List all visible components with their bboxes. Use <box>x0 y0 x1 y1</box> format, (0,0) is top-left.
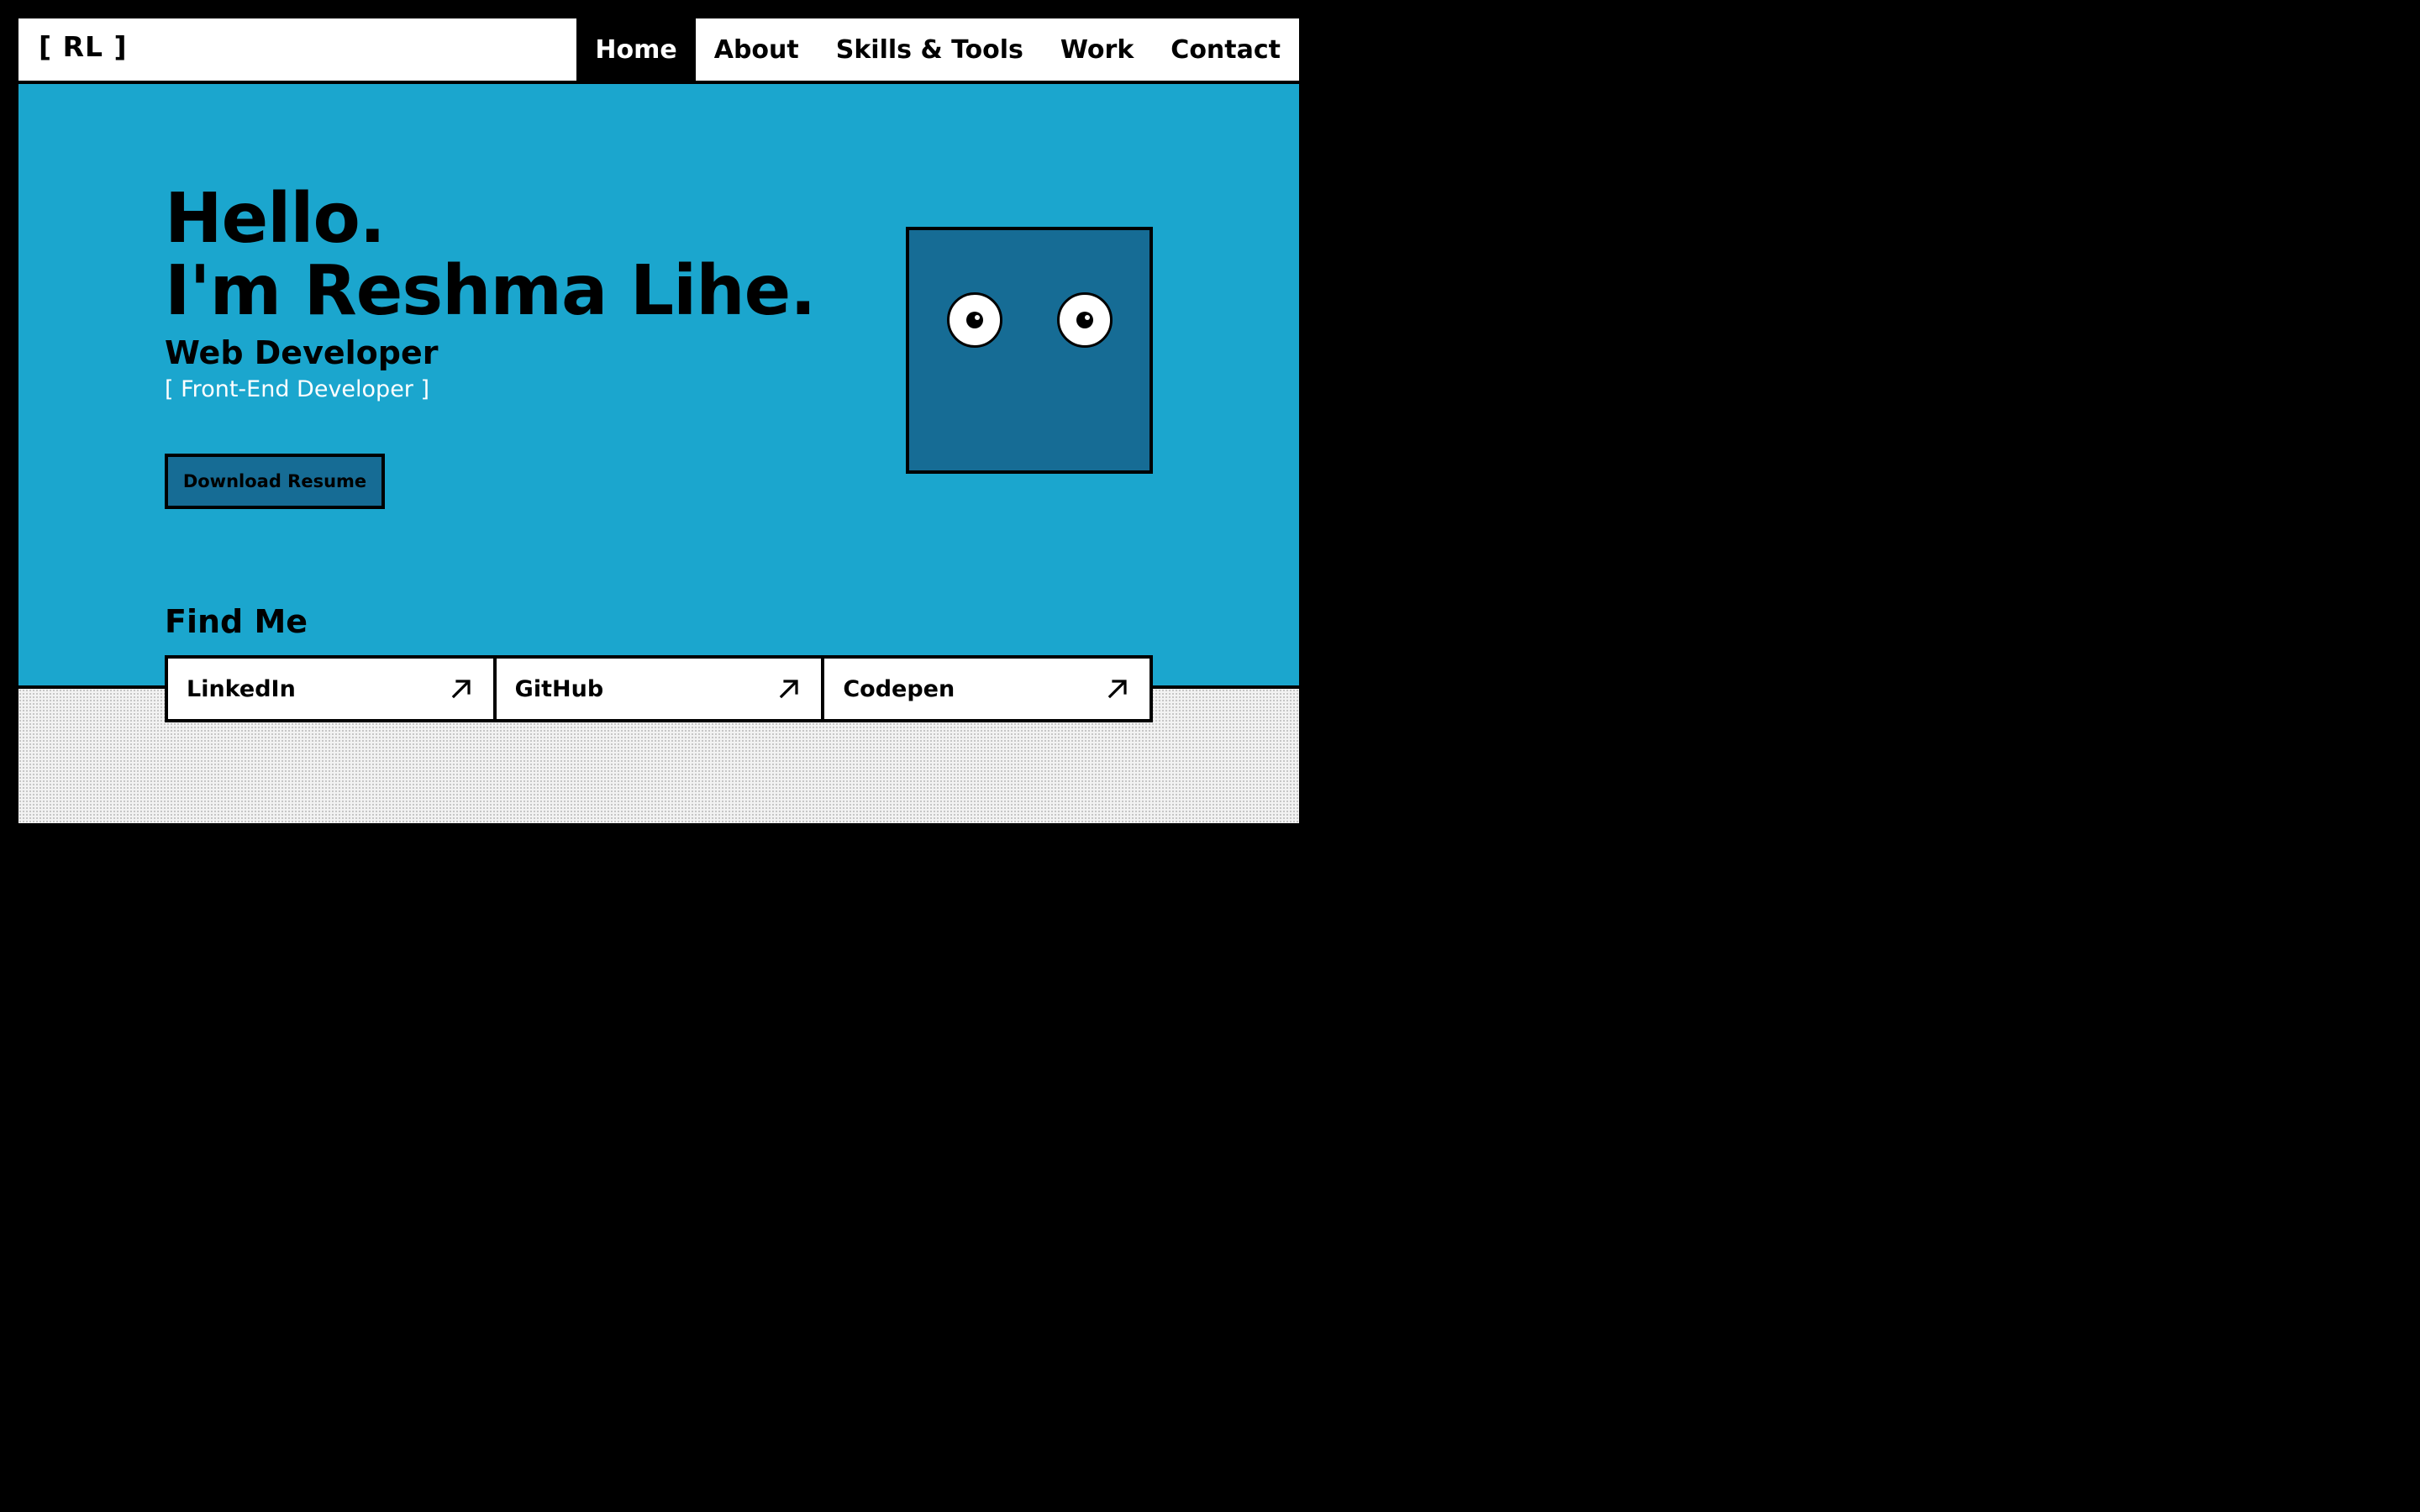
hero-greeting: Hello. I'm Reshma Lihe. <box>165 183 816 331</box>
top-navbar: [ RL ] Home About Skills & Tools Work Co… <box>18 18 1299 84</box>
nav-link-about[interactable]: About <box>696 18 818 81</box>
nav-link-contact[interactable]: Contact <box>1152 18 1299 81</box>
linkedin-link[interactable]: LinkedIn <box>168 659 497 719</box>
social-links: LinkedIn GitHub Codepen <box>165 655 1153 722</box>
linkedin-label: LinkedIn <box>187 675 296 702</box>
greeting-line-1: Hello. <box>165 179 386 259</box>
github-link[interactable]: GitHub <box>497 659 825 719</box>
arrow-up-right-icon <box>451 680 471 699</box>
hero-role: Web Developer <box>165 334 439 371</box>
avatar-face <box>906 227 1153 474</box>
arrow-up-right-icon <box>780 680 798 699</box>
nav-links: Home About Skills & Tools Work Contact <box>576 18 1299 81</box>
nav-link-work[interactable]: Work <box>1042 18 1152 81</box>
right-eye-icon <box>1057 292 1113 348</box>
find-me-heading: Find Me <box>165 603 308 640</box>
page-frame: [ RL ] Home About Skills & Tools Work Co… <box>18 18 1299 823</box>
download-resume-button[interactable]: Download Resume <box>165 454 385 509</box>
nav-link-skills-tools[interactable]: Skills & Tools <box>818 18 1042 81</box>
nav-link-home[interactable]: Home <box>576 18 696 81</box>
site-logo[interactable]: [ RL ] <box>39 30 128 63</box>
greeting-line-2: I'm Reshma Lihe. <box>165 251 816 331</box>
left-eye-icon <box>947 292 1002 348</box>
codepen-label: Codepen <box>843 675 955 702</box>
codepen-link[interactable]: Codepen <box>824 659 1150 719</box>
hero-text: Hello. I'm Reshma Lihe. Web Developer [ … <box>165 183 816 403</box>
arrow-up-right-icon <box>1107 680 1127 699</box>
hero-section: Hello. I'm Reshma Lihe. Web Developer [ … <box>18 84 1299 689</box>
github-label: GitHub <box>514 675 604 702</box>
hero-subrole: [ Front-End Developer ] <box>165 376 430 402</box>
